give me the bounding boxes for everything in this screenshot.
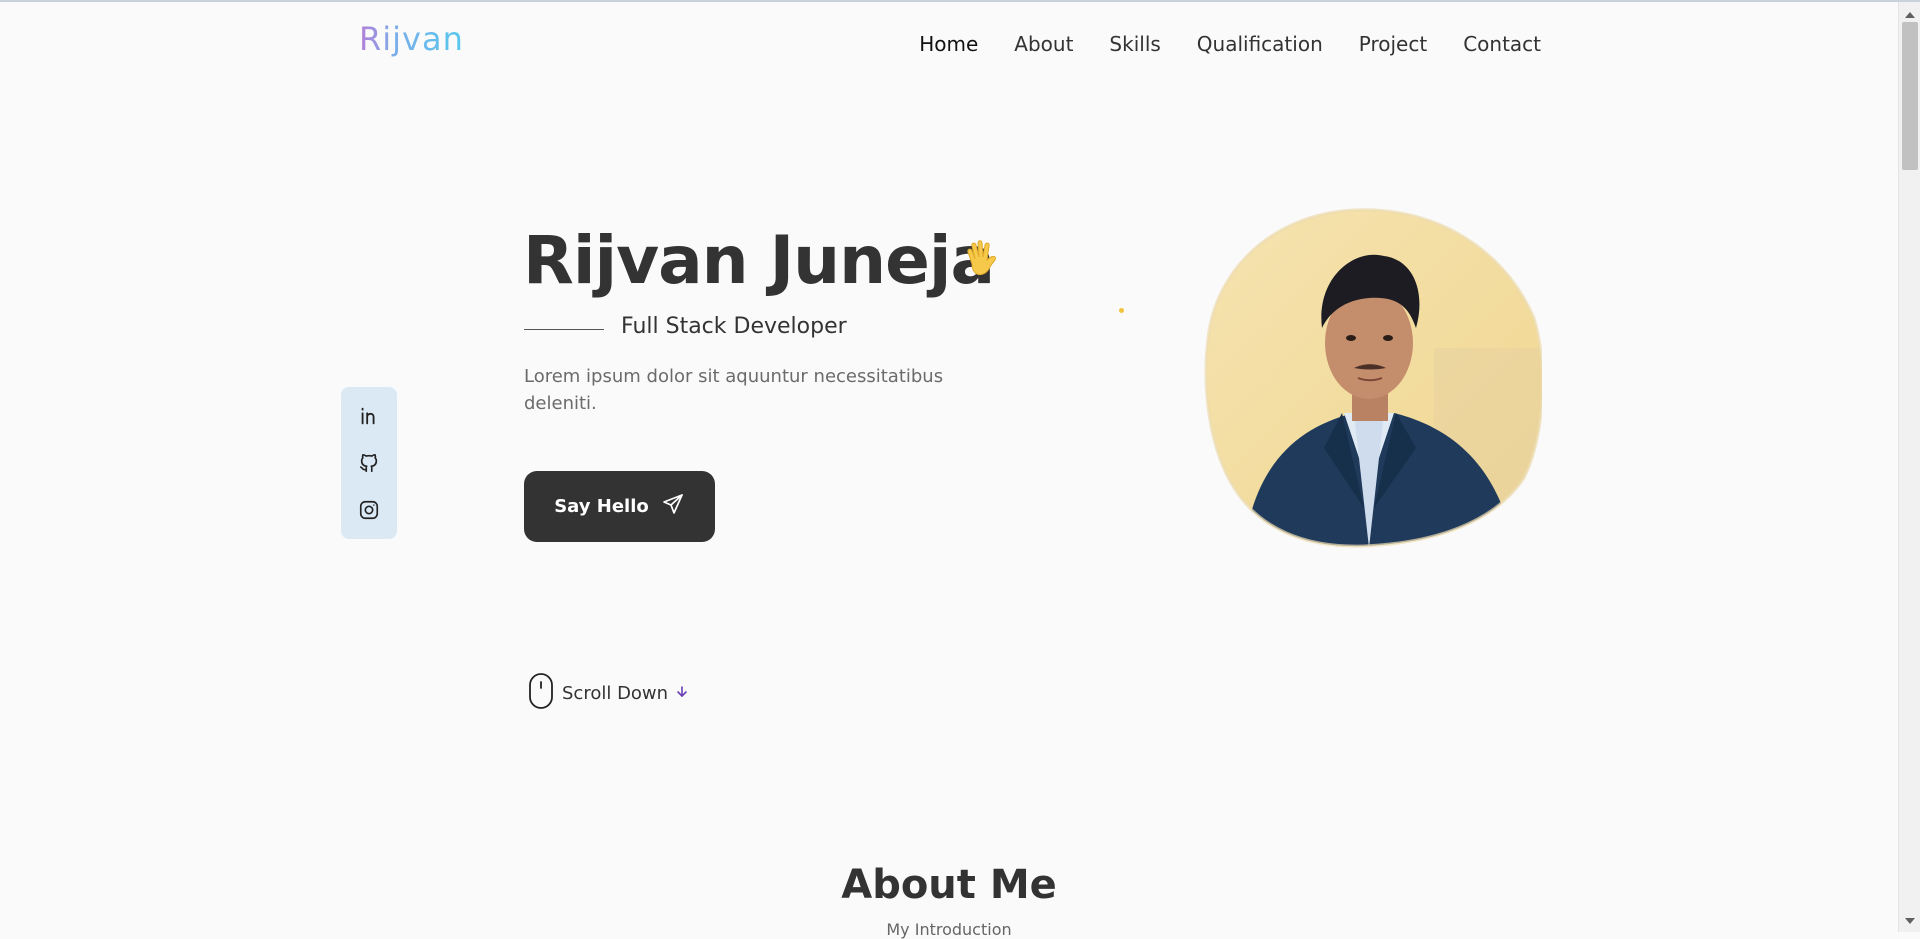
nav-about[interactable]: About: [1014, 32, 1073, 56]
scroll-up-arrow-icon[interactable]: [1905, 12, 1915, 18]
social-links: [341, 387, 397, 539]
about-section-title: About Me: [841, 862, 1057, 908]
nav-home[interactable]: Home: [919, 32, 978, 56]
hero-name: Rijvan Juneja: [523, 222, 995, 299]
nav-qualification[interactable]: Qualification: [1197, 32, 1323, 56]
main-nav: Home About Skills Qualification Project …: [919, 32, 1541, 56]
scroll-down-label: Scroll Down: [562, 682, 669, 704]
scroll-down-link[interactable]: Scroll Down: [528, 672, 688, 714]
hero-description: Lorem ipsum dolor sit aquuntur necessita…: [524, 366, 944, 414]
say-hello-label: Say Hello: [554, 496, 649, 517]
linkedin-icon[interactable]: [357, 404, 381, 428]
profile-photo: [1204, 208, 1545, 548]
decorative-dot: [1119, 308, 1124, 313]
waving-hand-icon: [958, 234, 1008, 284]
about-section-subtitle: My Introduction: [886, 920, 1012, 939]
subtitle-divider: [524, 329, 604, 330]
mouse-icon: [528, 672, 554, 714]
send-icon: [661, 492, 685, 521]
nav-skills[interactable]: Skills: [1109, 32, 1160, 56]
site-header: Rijvan Home About Skills Qualification P…: [0, 2, 1898, 82]
say-hello-button[interactable]: Say Hello: [524, 471, 715, 542]
arrow-down-icon: [676, 684, 688, 703]
instagram-icon[interactable]: [357, 498, 381, 522]
nav-contact[interactable]: Contact: [1463, 32, 1541, 56]
page-scrollbar[interactable]: [1898, 2, 1920, 932]
github-icon[interactable]: [357, 451, 381, 475]
nav-project[interactable]: Project: [1359, 32, 1427, 56]
scroll-down-arrow-icon[interactable]: [1905, 918, 1915, 924]
scrollbar-thumb[interactable]: [1902, 22, 1918, 170]
site-logo[interactable]: Rijvan: [359, 20, 464, 58]
hero-subtitle: Full Stack Developer: [621, 314, 847, 339]
